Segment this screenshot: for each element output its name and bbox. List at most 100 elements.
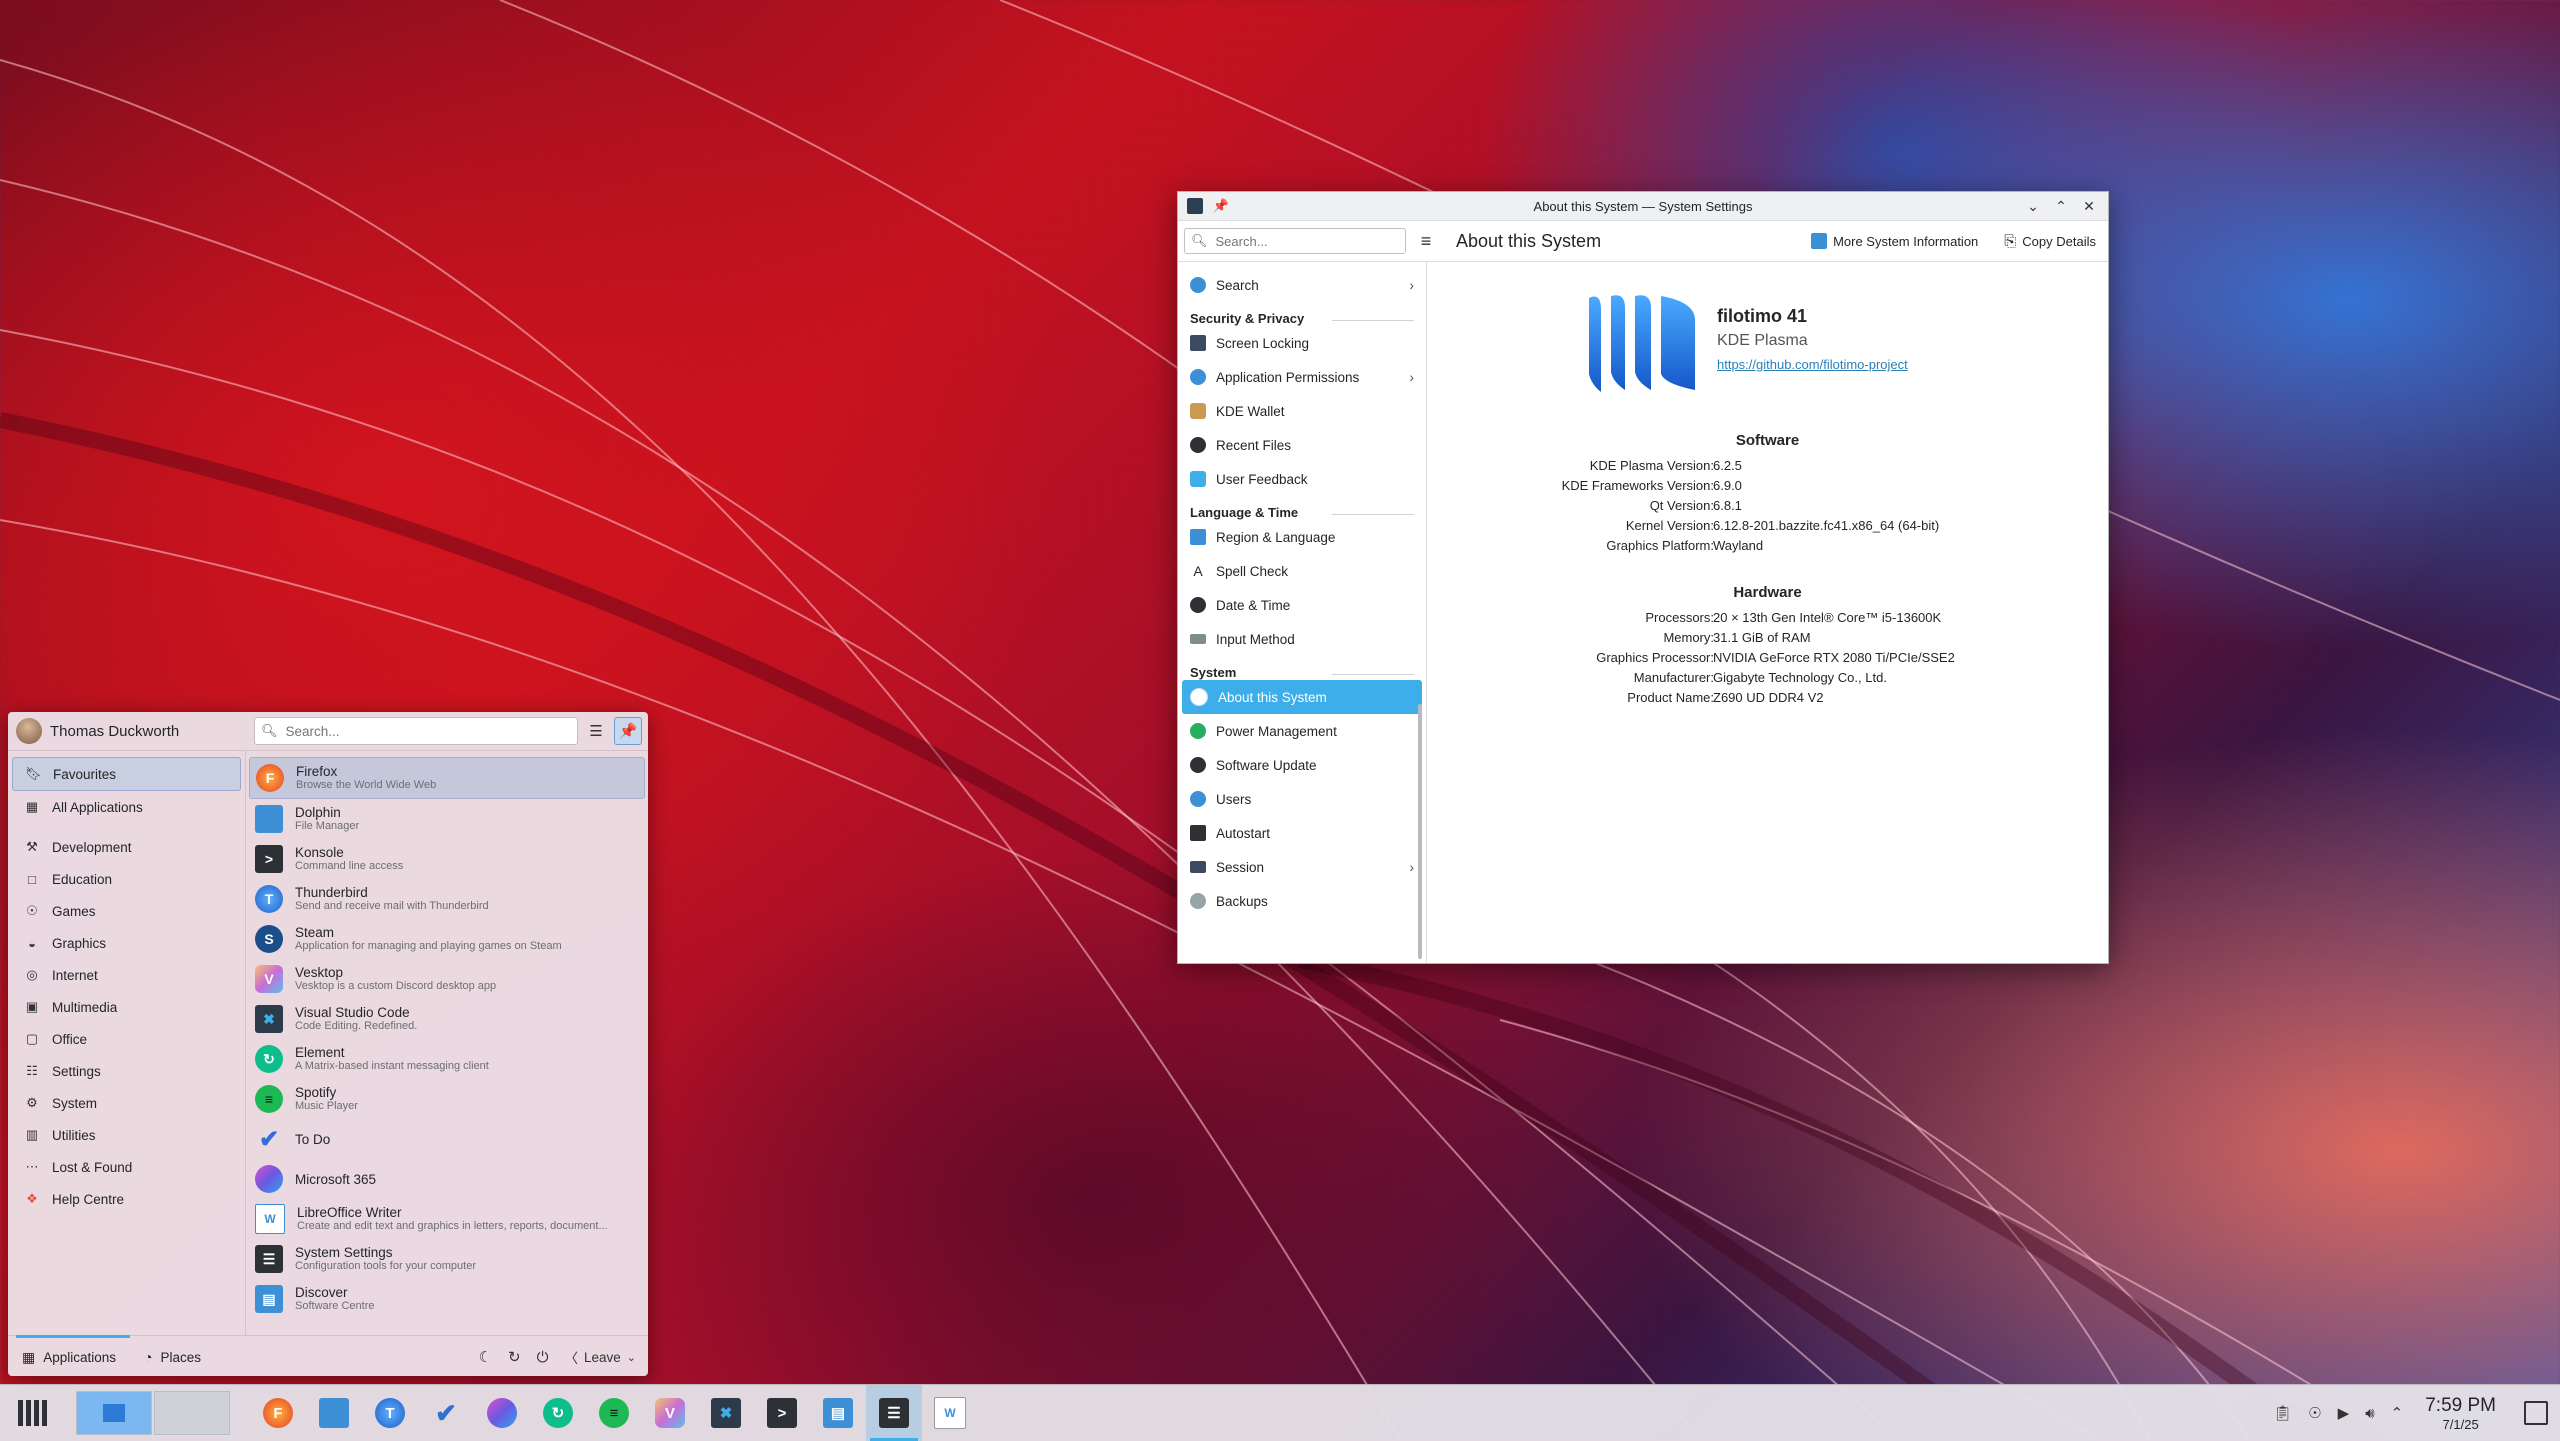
- sidebar-item-search[interactable]: Search ›: [1182, 268, 1422, 302]
- category-favourites[interactable]: 🔖︎ Favourites: [12, 757, 241, 791]
- sidebar-item-user-feedback[interactable]: User Feedback: [1182, 462, 1422, 496]
- avatar[interactable]: [16, 718, 42, 744]
- taskbar-to-do[interactable]: ✔: [418, 1385, 474, 1441]
- taskbar-element[interactable]: ↻: [530, 1385, 586, 1441]
- expand-tray-icon[interactable]: ⌃: [2391, 1404, 2404, 1422]
- sidebar-item-date-time[interactable]: Date & Time: [1182, 588, 1422, 622]
- category-multimedia[interactable]: ▣ Multimedia: [12, 991, 241, 1023]
- category-internet[interactable]: ◎ Internet: [12, 959, 241, 991]
- hamburger-menu-button[interactable]: ≡: [1416, 231, 1436, 252]
- app-libreoffice-writer[interactable]: W LibreOffice Writer Create and edit text …: [249, 1199, 645, 1239]
- tab-places[interactable]: ◔ Places: [144, 1349, 201, 1365]
- application-launcher-button[interactable]: [18, 1396, 52, 1430]
- sleep-icon[interactable]: ☾: [479, 1348, 492, 1366]
- taskbar-libreoffice-writer[interactable]: W: [922, 1385, 978, 1441]
- app-vesktop[interactable]: V Vesktop Vesktop is a custom Discord desk…: [249, 959, 645, 999]
- settings-search-input[interactable]: [1213, 232, 1398, 250]
- maximize-button[interactable]: ⌃: [2052, 198, 2070, 215]
- more-system-information-button[interactable]: More System Information: [1811, 233, 1978, 249]
- app-vscode[interactable]: ✖ Visual Studio Code Code Editing. Redefin…: [249, 999, 645, 1039]
- pin-icon[interactable]: 📌: [614, 717, 642, 745]
- volume-icon[interactable]: 🔊︎: [2365, 1405, 2374, 1422]
- chevron-right-icon: ›: [1409, 369, 1414, 385]
- configure-icon[interactable]: ☰: [582, 717, 610, 745]
- virtual-desktop-1[interactable]: [76, 1391, 152, 1435]
- sidebar-item-kde-wallet[interactable]: KDE Wallet: [1182, 394, 1422, 428]
- app-firefox[interactable]: F Firefox Browse the World Wide Web: [249, 757, 645, 799]
- app-spotify[interactable]: ≡ Spotify Music Player: [249, 1079, 645, 1119]
- leave-button[interactable]: 〈 Leave ⌄: [564, 1347, 636, 1367]
- clipboard-icon[interactable]: 📋︎: [2273, 1404, 2292, 1422]
- sidebar-item-input-method[interactable]: Input Method: [1182, 622, 1422, 656]
- close-button[interactable]: ✕: [2080, 198, 2098, 215]
- app-thunderbird[interactable]: T Thunderbird Send and receive mail with T…: [249, 879, 645, 919]
- taskbar-discover[interactable]: ▤: [810, 1385, 866, 1441]
- category-all-applications[interactable]: ▦ All Applications: [12, 791, 241, 823]
- settings-search-field[interactable]: 🔍︎: [1184, 228, 1406, 254]
- category-settings[interactable]: ☷ Settings: [12, 1055, 241, 1087]
- taskbar-konsole[interactable]: >: [754, 1385, 810, 1441]
- sidebar-item-region-language[interactable]: Region & Language: [1182, 520, 1422, 554]
- app-steam[interactable]: S Steam Application for managing and playi…: [249, 919, 645, 959]
- taskbar-spotify[interactable]: ≡: [586, 1385, 642, 1441]
- show-desktop-button[interactable]: [2524, 1401, 2548, 1425]
- app-microsoft-365[interactable]: Microsoft 365: [249, 1159, 645, 1199]
- taskbar-system-settings[interactable]: ☰: [866, 1385, 922, 1441]
- virtual-desktop-2[interactable]: [154, 1391, 230, 1435]
- sidebar-item-backups[interactable]: Backups: [1182, 884, 1422, 918]
- app-element[interactable]: ↻ Element A Matrix-based instant messaging…: [249, 1039, 645, 1079]
- app-dolphin[interactable]: Dolphin File Manager: [249, 799, 645, 839]
- sidebar-item-software-update[interactable]: Software Update: [1182, 748, 1422, 782]
- sidebar-item-session[interactable]: Session ›: [1182, 850, 1422, 884]
- category-lost-found[interactable]: ⋯ Lost & Found: [12, 1151, 241, 1183]
- sidebar-item-label: Date & Time: [1216, 597, 1291, 613]
- launcher-search-field[interactable]: 🔍︎: [254, 717, 578, 745]
- category-games[interactable]: ☉ Games: [12, 895, 241, 927]
- category-graphics[interactable]: ◒ Graphics: [12, 927, 241, 959]
- sidebar-scrollbar[interactable]: [1418, 704, 1422, 959]
- app-description: Browse the World Wide Web: [296, 779, 437, 791]
- app-to-do[interactable]: ✔ To Do: [249, 1119, 645, 1159]
- sidebar-item-spell-check[interactable]: A Spell Check: [1182, 554, 1422, 588]
- shutdown-icon[interactable]: ⏻: [537, 1349, 549, 1366]
- category-system[interactable]: ⚙ System: [12, 1087, 241, 1119]
- sidebar-item-power-management[interactable]: Power Management: [1182, 714, 1422, 748]
- clock[interactable]: 7:59 PM 7/1/25: [2425, 1395, 2496, 1432]
- category-label: Help Centre: [52, 1191, 125, 1207]
- sidebar-item-application-permissions[interactable]: Application Permissions ›: [1182, 360, 1422, 394]
- minimize-button[interactable]: ⌄: [2024, 198, 2042, 215]
- window-app-icon[interactable]: [1186, 197, 1204, 215]
- category-education[interactable]: □ Education: [12, 863, 241, 895]
- app-konsole[interactable]: > Konsole Command line access: [249, 839, 645, 879]
- gamepad-icon[interactable]: ☉: [2308, 1404, 2321, 1422]
- taskbar-vscode[interactable]: ✖: [698, 1385, 754, 1441]
- app-name: LibreOffice Writer: [297, 1205, 402, 1220]
- distro-url-link[interactable]: https://github.com/filotimo-project: [1717, 357, 1908, 372]
- taskbar-microsoft-365[interactable]: [474, 1385, 530, 1441]
- window-titlebar[interactable]: 📌 About this System — System Settings ⌄ …: [1178, 192, 2108, 221]
- sidebar-item-about-this-system[interactable]: About this System: [1182, 680, 1422, 714]
- sidebar-item-screen-locking[interactable]: Screen Locking: [1182, 326, 1422, 360]
- launcher-search-input[interactable]: [283, 722, 568, 740]
- taskbar-dolphin[interactable]: [306, 1385, 362, 1441]
- category-utilities[interactable]: ▥ Utilities: [12, 1119, 241, 1151]
- pin-icon[interactable]: 📌: [1212, 197, 1230, 215]
- media-play-icon[interactable]: ▶: [2338, 1404, 2350, 1422]
- taskbar-vesktop[interactable]: V: [642, 1385, 698, 1441]
- category-help-centre[interactable]: ❖ Help Centre: [12, 1183, 241, 1215]
- backup-icon: [1190, 893, 1206, 909]
- copy-details-button[interactable]: ⎘ Copy Details: [2004, 233, 2096, 250]
- taskbar-thunderbird[interactable]: T: [362, 1385, 418, 1441]
- info-key: KDE Plasma Version:: [1589, 458, 1714, 473]
- app-discover[interactable]: ▤ Discover Software Centre: [249, 1279, 645, 1319]
- sidebar-item-recent-files[interactable]: Recent Files: [1182, 428, 1422, 462]
- restart-icon[interactable]: ↻: [508, 1348, 521, 1366]
- info-icon: [1811, 233, 1828, 249]
- category-office[interactable]: ▢ Office: [12, 1023, 241, 1055]
- taskbar-firefox[interactable]: F: [250, 1385, 306, 1441]
- sidebar-item-autostart[interactable]: Autostart: [1182, 816, 1422, 850]
- sidebar-item-users[interactable]: Users: [1182, 782, 1422, 816]
- category-development[interactable]: ⚒ Development: [12, 831, 241, 863]
- tab-applications[interactable]: ▦ Applications: [22, 1349, 116, 1366]
- app-system-settings[interactable]: ☰ System Settings Configuration tools for …: [249, 1239, 645, 1279]
